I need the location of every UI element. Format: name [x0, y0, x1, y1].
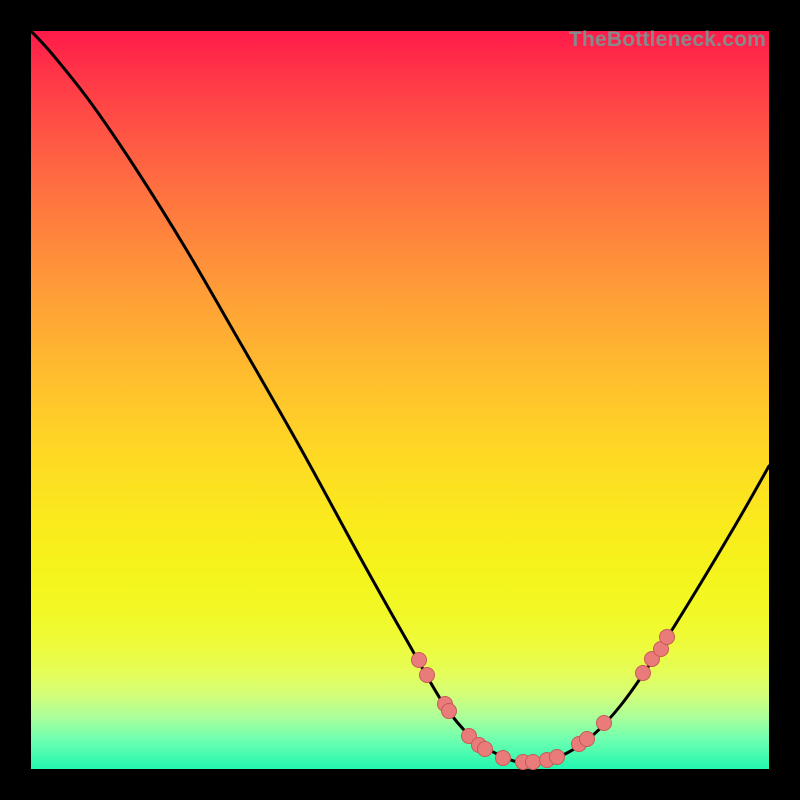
chart-dot [420, 668, 435, 683]
chart-dot [478, 742, 493, 757]
chart-dot [660, 630, 675, 645]
chart-dot [412, 653, 427, 668]
watermark-text: TheBottleneck.com [569, 28, 766, 52]
chart-dot [636, 666, 651, 681]
chart-dot [550, 750, 565, 765]
chart-svg [31, 31, 769, 769]
chart-dot [442, 704, 457, 719]
chart-dot [597, 716, 612, 731]
chart-frame: TheBottleneck.com [0, 0, 800, 800]
chart-dot [580, 732, 595, 747]
chart-dots-group [412, 630, 675, 770]
chart-dot [496, 751, 511, 766]
chart-dot [526, 755, 541, 770]
